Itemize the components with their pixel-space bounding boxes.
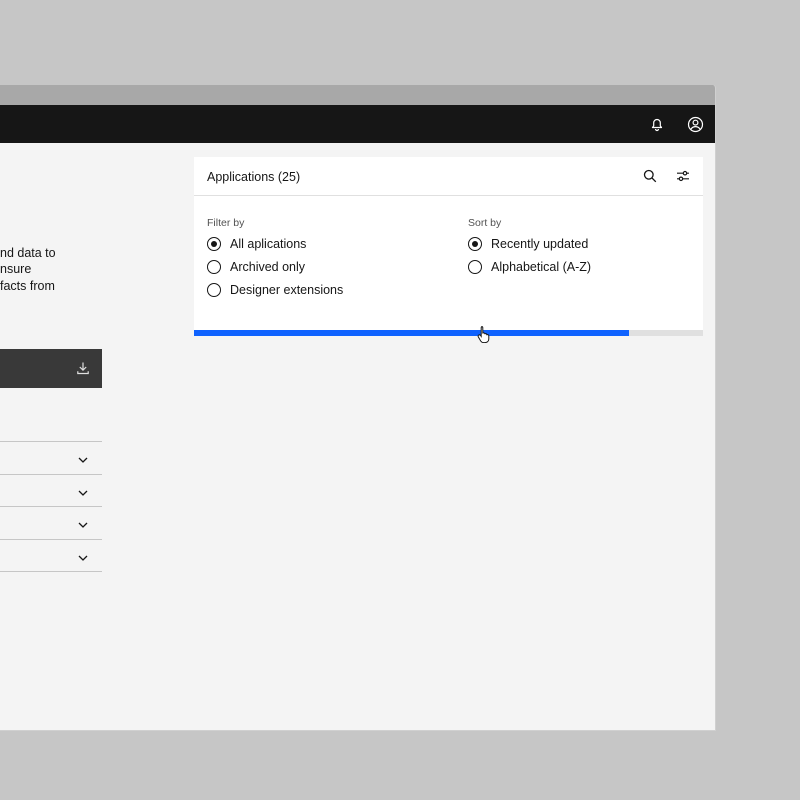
radio-button[interactable]: [468, 260, 482, 274]
window-chrome-bar: [0, 85, 715, 105]
chevron-down-icon: [77, 551, 89, 563]
radio-button[interactable]: [207, 260, 221, 274]
radio-label: Recently updated: [491, 237, 589, 251]
chevron-down-icon: [77, 518, 89, 530]
radio-label: Archived only: [230, 260, 306, 274]
sort-group-label: Sort by: [468, 217, 502, 229]
chevron-down-icon: [77, 486, 89, 498]
description-line: nsure: [0, 262, 32, 277]
description-line: facts from: [0, 278, 55, 293]
accordion-row[interactable]: [0, 506, 102, 539]
sliders-icon[interactable]: [675, 168, 691, 184]
user-avatar-icon[interactable]: [685, 114, 705, 134]
radio-designer-extensions[interactable]: Designer extensions: [207, 281, 343, 299]
applications-panel: Applications (25) Filter by All aplicati…: [194, 157, 703, 336]
radio-label: All aplications: [230, 237, 307, 251]
radio-label: Designer extensions: [230, 283, 344, 297]
radio-button-checked[interactable]: [468, 237, 482, 251]
radio-alphabetical[interactable]: Alphabetical (A-Z): [468, 258, 591, 276]
download-bar: [0, 349, 102, 388]
search-icon[interactable]: [642, 168, 658, 184]
radio-archived-only[interactable]: Archived only: [207, 258, 305, 276]
download-icon[interactable]: [76, 361, 90, 375]
bell-icon[interactable]: [647, 114, 667, 134]
description-line: nd data to: [0, 246, 56, 260]
app-window: nd data to nsure facts from Applications…: [0, 85, 716, 731]
progress-bar: [194, 330, 703, 336]
top-header-bar: [0, 105, 715, 143]
hand-pointer-cursor-icon: [477, 325, 491, 344]
progress-bar-fill: [194, 330, 630, 336]
accordion-row[interactable]: [0, 474, 102, 507]
description-text: nd data to nsure facts from: [0, 245, 56, 294]
accordion-row[interactable]: [0, 539, 102, 572]
accordion-row[interactable]: [0, 441, 102, 474]
panel-header: Applications (25): [194, 157, 703, 196]
chevron-down-icon: [77, 453, 89, 465]
radio-label: Alphabetical (A-Z): [491, 260, 592, 274]
panel-title: Applications (25): [207, 170, 301, 184]
radio-all-applications[interactable]: All aplications: [207, 235, 306, 253]
radio-recently-updated[interactable]: Recently updated: [468, 235, 588, 253]
filter-group-label: Filter by: [207, 217, 245, 229]
radio-button-checked[interactable]: [207, 237, 221, 251]
radio-button[interactable]: [207, 283, 221, 297]
